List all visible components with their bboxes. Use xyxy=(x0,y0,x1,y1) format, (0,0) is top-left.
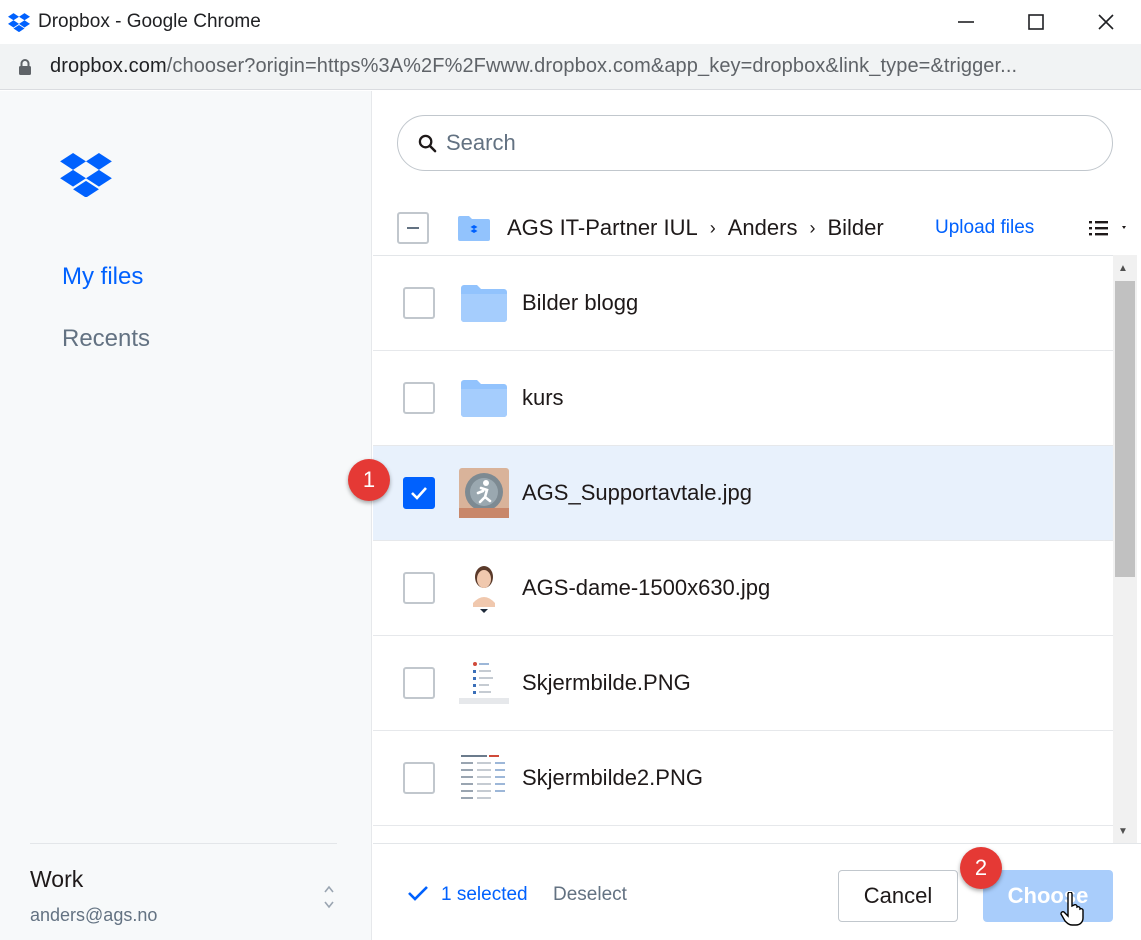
breadcrumb: AGS IT-Partner IUL › Anders › Bilder xyxy=(507,215,884,241)
chooser-footer: 1 selected Deselect Cancel Choose xyxy=(373,843,1141,940)
scroll-down-arrow-icon[interactable]: ▼ xyxy=(1118,826,1128,837)
chevron-up-down-icon[interactable] xyxy=(321,882,337,912)
scrollbar-thumb[interactable] xyxy=(1115,281,1135,577)
image-thumbnail-icon xyxy=(459,468,509,518)
sidebar-item-my-files[interactable]: My files xyxy=(62,263,143,291)
scroll-up-arrow-icon[interactable]: ▲ xyxy=(1118,263,1128,274)
breadcrumb-item-current[interactable]: Bilder xyxy=(827,215,883,241)
lock-icon xyxy=(18,57,34,77)
account-switcher[interactable]: Work anders@ags.no xyxy=(30,843,337,940)
checkmark-icon xyxy=(411,487,427,500)
url-path: /chooser?origin=https%3A%2F%2Fwww.dropbo… xyxy=(166,55,1018,77)
select-all-checkbox[interactable] xyxy=(397,212,429,244)
image-thumbnail-icon xyxy=(459,563,509,613)
maximize-button[interactable] xyxy=(1001,0,1071,44)
list-item[interactable]: Bilder blogg xyxy=(373,256,1113,351)
minimize-button[interactable] xyxy=(931,0,1001,44)
account-name: Work xyxy=(30,866,84,892)
list-view-icon[interactable] xyxy=(1089,218,1129,238)
screenshot-thumbnail-icon xyxy=(459,753,509,803)
search-placeholder: Search xyxy=(446,130,516,155)
deselect-link[interactable]: Deselect xyxy=(553,884,627,906)
file-name: AGS-dame-1500x630.jpg xyxy=(522,575,771,600)
row-checkbox[interactable] xyxy=(403,287,435,319)
breadcrumb-separator: › xyxy=(709,217,716,238)
breadcrumb-bar: AGS IT-Partner IUL › Anders › Bilder Upl… xyxy=(397,205,1126,251)
breadcrumb-item[interactable]: AGS IT-Partner IUL xyxy=(507,215,698,241)
window-titlebar: Dropbox - Google Chrome xyxy=(0,0,1141,44)
selected-count: 1 selected xyxy=(441,884,528,905)
list-item-partial[interactable] xyxy=(373,826,1113,843)
hand-cursor-icon xyxy=(1060,891,1086,926)
file-list-scrollbar[interactable]: ▲ ▼ xyxy=(1113,255,1137,843)
partial-dash-icon xyxy=(407,227,419,229)
row-checkbox[interactable] xyxy=(403,572,435,604)
dropbox-logo[interactable] xyxy=(60,153,112,199)
step-marker-1: 1 xyxy=(348,459,390,501)
row-checkbox-checked[interactable] xyxy=(403,477,435,509)
close-button[interactable] xyxy=(1071,0,1141,44)
file-name: Skjermbilde2.PNG xyxy=(522,765,703,790)
upload-files-link[interactable]: Upload files xyxy=(935,217,1034,239)
file-list: Bilder blogg kurs AGS_Supportavtale.jpg … xyxy=(373,255,1113,843)
account-email: anders@ags.no xyxy=(30,905,158,925)
step-marker-2: 2 xyxy=(960,847,1002,889)
row-checkbox[interactable] xyxy=(403,667,435,699)
address-bar[interactable]: dropbox.com/chooser?origin=https%3A%2F%2… xyxy=(0,44,1141,90)
file-name: kurs xyxy=(522,385,564,410)
list-item-selected[interactable]: AGS_Supportavtale.jpg xyxy=(373,446,1113,541)
folder-icon xyxy=(459,278,509,328)
sidebar-item-recents[interactable]: Recents xyxy=(62,325,150,353)
folder-icon xyxy=(459,373,509,423)
row-checkbox[interactable] xyxy=(403,382,435,414)
url-host: dropbox.com xyxy=(50,55,167,77)
url-text[interactable]: dropbox.com/chooser?origin=https%3A%2F%2… xyxy=(50,55,1110,78)
file-name: AGS_Supportavtale.jpg xyxy=(522,480,752,505)
list-item[interactable]: Skjermbilde2.PNG xyxy=(373,731,1113,826)
checkmark-icon xyxy=(407,884,429,904)
team-folder-icon xyxy=(457,214,491,242)
row-checkbox[interactable] xyxy=(403,762,435,794)
cancel-button[interactable]: Cancel xyxy=(838,870,958,922)
window-title: Dropbox - Google Chrome xyxy=(38,11,261,32)
window-controls xyxy=(931,0,1141,44)
file-name: Skjermbilde.PNG xyxy=(522,670,691,695)
breadcrumb-separator: › xyxy=(809,217,816,238)
list-item[interactable]: kurs xyxy=(373,351,1113,446)
search-icon xyxy=(418,133,438,153)
dropbox-icon xyxy=(8,12,30,32)
screenshot-thumbnail-icon xyxy=(459,658,509,708)
list-item[interactable]: Skjermbilde.PNG xyxy=(373,636,1113,731)
search-input[interactable]: Search xyxy=(397,115,1113,171)
file-name: Bilder blogg xyxy=(522,290,639,315)
sidebar: My files Recents Work anders@ags.no xyxy=(0,91,372,940)
list-item[interactable]: AGS-dame-1500x630.jpg xyxy=(373,541,1113,636)
breadcrumb-item[interactable]: Anders xyxy=(728,215,798,241)
choose-button[interactable]: Choose xyxy=(983,870,1113,922)
main-pane: Search AGS IT-Partner IUL › Anders › Bil… xyxy=(373,91,1141,940)
